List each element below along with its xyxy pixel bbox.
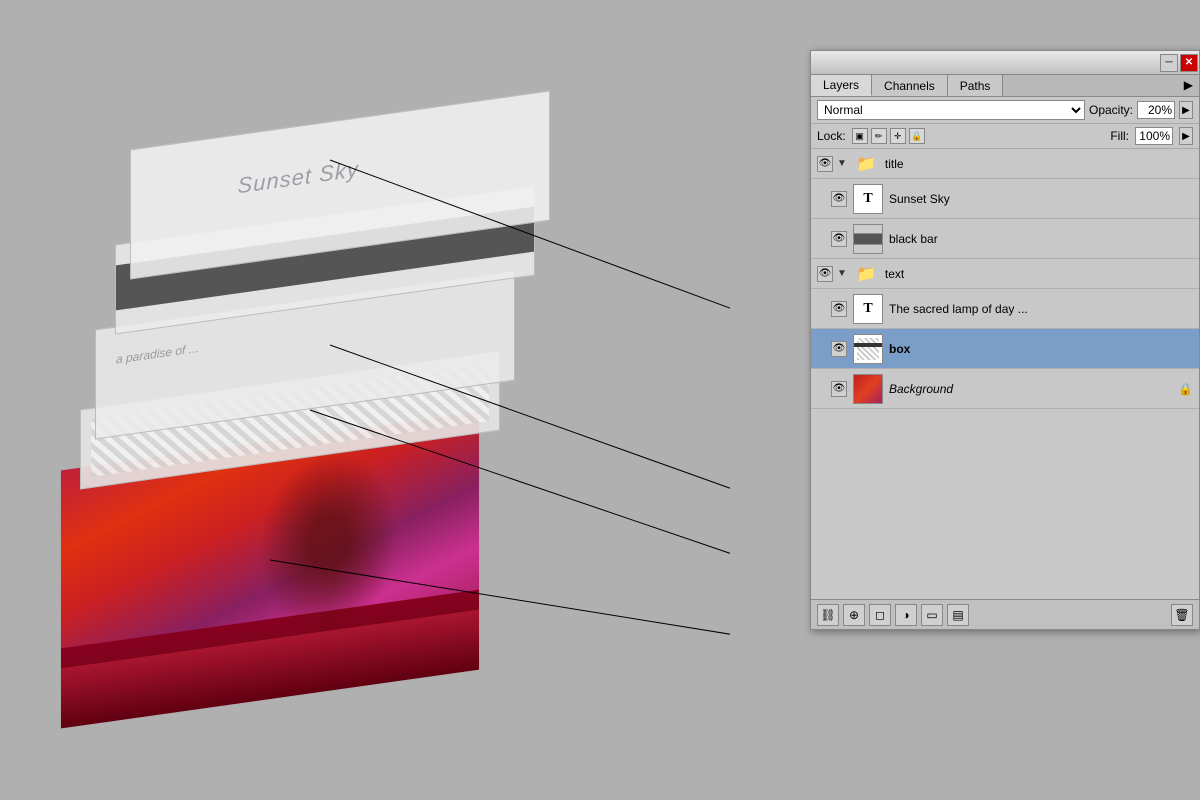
eye-sacred-lamp[interactable]: 👁 bbox=[831, 301, 847, 317]
eye-background[interactable]: 👁 bbox=[831, 381, 847, 397]
mask-button[interactable]: ◻ bbox=[869, 604, 891, 626]
thumb-sacred-lamp: T bbox=[853, 294, 883, 324]
blend-opacity-row: Normal Opacity: ▶ bbox=[811, 97, 1199, 124]
lock-label: Lock: bbox=[817, 129, 846, 143]
lock-icons: ▣ ✏ ✛ 🔒 bbox=[852, 128, 925, 144]
layer-text-label: a paradise of ... bbox=[116, 341, 199, 367]
layer-black-bar[interactable]: 👁 black bar bbox=[811, 219, 1199, 259]
eye-group-title[interactable]: 👁 bbox=[817, 156, 833, 172]
expand-title-icon[interactable]: ▼ bbox=[837, 158, 847, 169]
folder-text-icon: 📁 bbox=[851, 259, 881, 289]
group-title-header[interactable]: 👁 ▼ 📁 title bbox=[811, 149, 1199, 179]
lock-transparency-button[interactable]: ▣ bbox=[852, 128, 868, 144]
expand-text-icon[interactable]: ▼ bbox=[837, 268, 847, 279]
layer-sacred-lamp-label: The sacred lamp of day ... bbox=[889, 302, 1193, 316]
eye-black-bar[interactable]: 👁 bbox=[831, 231, 847, 247]
layers-panel: ─ ✕ Layers Channels Paths ▶ Normal Opaci… bbox=[810, 50, 1200, 630]
panel-menu-arrow[interactable]: ▶ bbox=[1178, 75, 1199, 96]
layer-sacred-lamp[interactable]: 👁 T The sacred lamp of day ... bbox=[811, 289, 1199, 329]
eye-group-text[interactable]: 👁 bbox=[817, 266, 833, 282]
group-button[interactable]: ▭ bbox=[921, 604, 943, 626]
link-layers-button[interactable]: ⛓ bbox=[817, 604, 839, 626]
thumb-black-bar bbox=[853, 224, 883, 254]
background-lock-icon: 🔒 bbox=[1178, 382, 1193, 396]
new-layer-button[interactable]: ▤ bbox=[947, 604, 969, 626]
opacity-arrow-button[interactable]: ▶ bbox=[1179, 101, 1193, 119]
layer-background[interactable]: 👁 Background 🔒 bbox=[811, 369, 1199, 409]
layer-sunset-sky-label: Sunset Sky bbox=[889, 192, 1193, 206]
window-controls: ─ ✕ bbox=[1159, 51, 1199, 74]
lock-all-button[interactable]: 🔒 bbox=[909, 128, 925, 144]
lock-move-button[interactable]: ✛ bbox=[890, 128, 906, 144]
fill-label: Fill: bbox=[1110, 129, 1129, 143]
layer-background-label: Background bbox=[889, 382, 1172, 396]
thumb-sunset-sky: T bbox=[853, 184, 883, 214]
opacity-label: Opacity: bbox=[1089, 103, 1133, 117]
thumb-box bbox=[853, 334, 883, 364]
fill-input[interactable] bbox=[1135, 127, 1173, 145]
eye-box[interactable]: 👁 bbox=[831, 341, 847, 357]
lock-paint-button[interactable]: ✏ bbox=[871, 128, 887, 144]
lock-row: Lock: ▣ ✏ ✛ 🔒 Fill: ▶ bbox=[811, 124, 1199, 149]
fill-arrow-button[interactable]: ▶ bbox=[1179, 127, 1193, 145]
thumb-background bbox=[853, 374, 883, 404]
canvas-area: a paradise of ... Sunset Sky bbox=[0, 0, 730, 800]
layer-sunset-sky[interactable]: 👁 T Sunset Sky bbox=[811, 179, 1199, 219]
layers-list[interactable]: 👁 ▼ 📁 title 👁 T Sunset Sky 👁 black bar 👁… bbox=[811, 149, 1199, 599]
layer-title-label: Sunset Sky bbox=[238, 157, 359, 200]
layer-box-label: box bbox=[889, 342, 1193, 356]
blend-mode-select[interactable]: Normal bbox=[817, 100, 1085, 120]
tab-paths[interactable]: Paths bbox=[948, 75, 1004, 96]
tab-channels[interactable]: Channels bbox=[872, 75, 948, 96]
group-text-label: text bbox=[885, 267, 1193, 281]
group-title-label: title bbox=[885, 157, 1193, 171]
delete-button[interactable]: 🗑 bbox=[1171, 604, 1193, 626]
close-button[interactable]: ✕ bbox=[1180, 54, 1198, 72]
folder-title-icon: 📁 bbox=[851, 149, 881, 179]
opacity-input[interactable] bbox=[1137, 101, 1175, 119]
tab-layers[interactable]: Layers bbox=[811, 75, 872, 96]
panel-toolbar: ⛓ ⊕ ◻ ◑ ▭ ▤ 🗑 bbox=[811, 599, 1199, 629]
eye-sunset-sky[interactable]: 👁 bbox=[831, 191, 847, 207]
group-text-header[interactable]: 👁 ▼ 📁 text bbox=[811, 259, 1199, 289]
layer-box[interactable]: 👁 box bbox=[811, 329, 1199, 369]
minimize-button[interactable]: ─ bbox=[1160, 54, 1178, 72]
layer-style-button[interactable]: ⊕ bbox=[843, 604, 865, 626]
layer-black-bar-label: black bar bbox=[889, 232, 1193, 246]
adjustment-button[interactable]: ◑ bbox=[895, 604, 917, 626]
panel-tabs: Layers Channels Paths ▶ bbox=[811, 75, 1199, 97]
panel-titlebar: ─ ✕ bbox=[811, 51, 1199, 75]
